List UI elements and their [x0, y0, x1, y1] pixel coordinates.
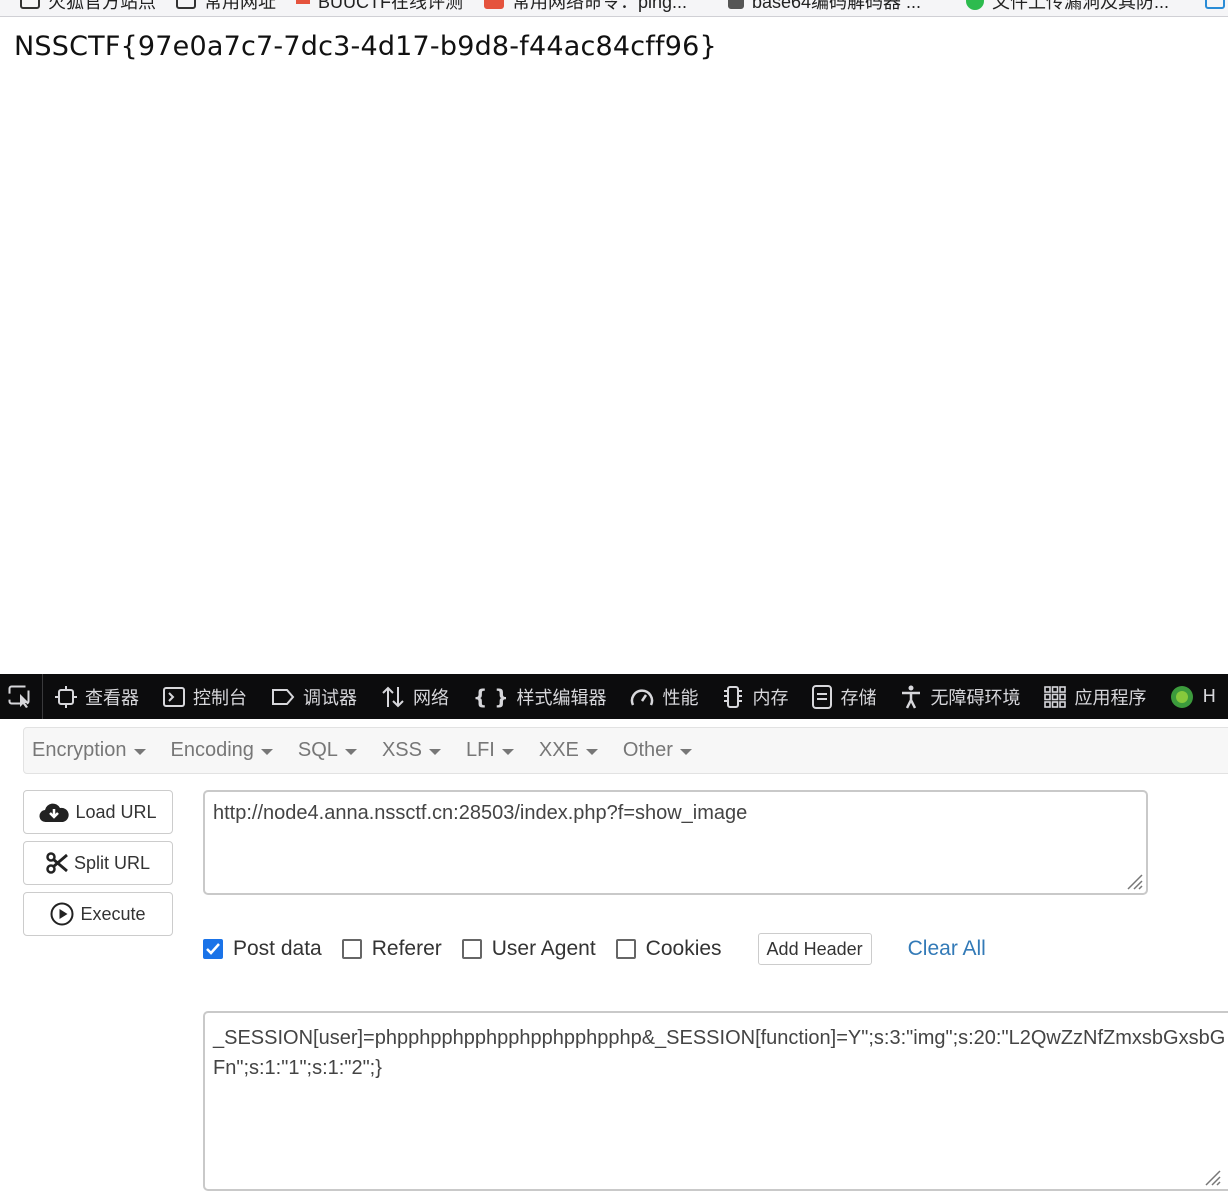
cookies-checkbox[interactable] — [615, 939, 636, 959]
post-data-input[interactable]: _SESSION[user]=phpphpphpphpphpphpphpphp&… — [203, 1011, 1228, 1191]
tab-inspector[interactable]: 查看器 — [43, 674, 151, 719]
tab-network[interactable]: 网络 — [369, 674, 461, 719]
cookies-option[interactable]: Cookies — [615, 937, 722, 961]
csdn-icon — [484, 0, 504, 9]
bookmark-item[interactable]: 常用网址 — [176, 0, 276, 13]
tab-accessibility[interactable]: 无障碍环境 — [888, 674, 1032, 719]
caret-down-icon — [428, 748, 441, 755]
site-icon — [966, 0, 984, 10]
menu-encryption[interactable]: Encryption — [32, 739, 146, 762]
hackbar-menu: Encryption Encoding SQL XSS LFI XXE Othe… — [23, 727, 1228, 774]
hackbar-icon — [1171, 685, 1194, 708]
caret-down-icon — [260, 748, 273, 755]
tab-storage[interactable]: 存储 — [800, 674, 888, 719]
bookmarks-toolbar: 火狐官方站点 常用网址 BUUCTF在线评测 常用网络命令：ping... ba… — [0, 0, 1228, 17]
menu-xss[interactable]: XSS — [382, 739, 441, 762]
tab-console[interactable]: 控制台 — [151, 674, 259, 719]
caret-down-icon — [133, 748, 146, 755]
split-url-button[interactable]: Split URL — [23, 841, 173, 885]
tab-memory[interactable]: 内存 — [710, 674, 800, 719]
bookmark-item[interactable]: 常用网络命令：ping... — [484, 0, 687, 13]
post-data-value: _SESSION[user]=phpphpphpphpphpphpphpphp&… — [213, 1027, 1226, 1079]
caret-down-icon — [679, 748, 692, 755]
bookmark-item[interactable]: 文件上传漏洞及其防... — [966, 0, 1169, 13]
flag-text: NSSCTF{97e0a7c7-7dc3-4d17-b9d8-f44ac84cf… — [14, 31, 717, 62]
folder-icon — [20, 0, 40, 9]
caret-down-icon — [585, 748, 598, 755]
application-icon — [1044, 685, 1067, 708]
memory-icon — [724, 685, 743, 708]
menu-other[interactable]: Other — [623, 739, 692, 762]
storage-icon — [812, 684, 833, 709]
tab-application[interactable]: 应用程序 — [1032, 674, 1158, 719]
referer-option[interactable]: Referer — [341, 937, 442, 961]
menu-xxe[interactable]: XXE — [539, 739, 598, 762]
execute-button[interactable]: Execute — [23, 892, 173, 936]
tab-debugger[interactable]: 调试器 — [259, 674, 369, 719]
performance-icon — [631, 688, 654, 706]
bookmark-overflow[interactable] — [1205, 0, 1225, 13]
user-agent-option[interactable]: User Agent — [461, 937, 596, 961]
play-icon — [50, 902, 74, 926]
accessibility-icon — [902, 685, 921, 709]
resize-grip-icon[interactable] — [1201, 1166, 1221, 1186]
tab-style-editor[interactable]: { } 样式编辑器 — [461, 674, 618, 719]
tab-hackbar[interactable]: H — [1158, 674, 1228, 719]
cloud-download-icon — [39, 803, 70, 823]
style-editor-icon: { } — [473, 684, 509, 709]
element-picker-button[interactable] — [0, 674, 43, 719]
debugger-icon — [272, 688, 295, 705]
site-icon — [1205, 0, 1225, 9]
bookmark-item[interactable]: base64编码解码器 ... — [728, 0, 921, 13]
url-input[interactable]: http://node4.anna.nssctf.cn:28503/index.… — [203, 790, 1148, 895]
caret-down-icon — [501, 748, 514, 755]
clear-all-link[interactable]: Clear All — [908, 937, 986, 961]
folder-icon — [176, 0, 196, 9]
caret-down-icon — [344, 748, 357, 755]
menu-encoding[interactable]: Encoding — [171, 739, 273, 762]
devtools-toolbar: 查看器 控制台 调试器 网络 { } 样式编辑器 性能 内存 存储 无障碍环境 … — [0, 674, 1228, 719]
post-data-checkbox[interactable] — [203, 939, 223, 959]
menu-lfi[interactable]: LFI — [466, 739, 514, 762]
bookmark-item[interactable]: 火狐官方站点 — [20, 0, 156, 13]
console-icon — [163, 686, 185, 707]
checkmark-icon — [206, 943, 220, 955]
bookmark-item[interactable]: BUUCTF在线评测 — [296, 0, 463, 13]
scissors-icon — [46, 852, 68, 874]
pick-element-icon — [8, 685, 30, 708]
site-icon — [296, 0, 310, 4]
post-data-option[interactable]: Post data — [203, 937, 322, 961]
menu-sql[interactable]: SQL — [298, 739, 357, 762]
add-header-button[interactable]: Add Header — [757, 933, 872, 965]
referer-checkbox[interactable] — [341, 939, 362, 959]
request-options: Post data Referer User Agent Cookies Add… — [203, 931, 986, 967]
user-agent-checkbox[interactable] — [461, 939, 482, 959]
tab-performance[interactable]: 性能 — [618, 674, 710, 719]
site-icon — [728, 0, 744, 9]
load-url-button[interactable]: Load URL — [23, 790, 173, 834]
url-value: http://node4.anna.nssctf.cn:28503/index.… — [213, 802, 748, 824]
inspector-icon — [55, 685, 77, 708]
resize-grip-icon[interactable] — [1123, 870, 1143, 890]
network-icon — [382, 686, 404, 707]
